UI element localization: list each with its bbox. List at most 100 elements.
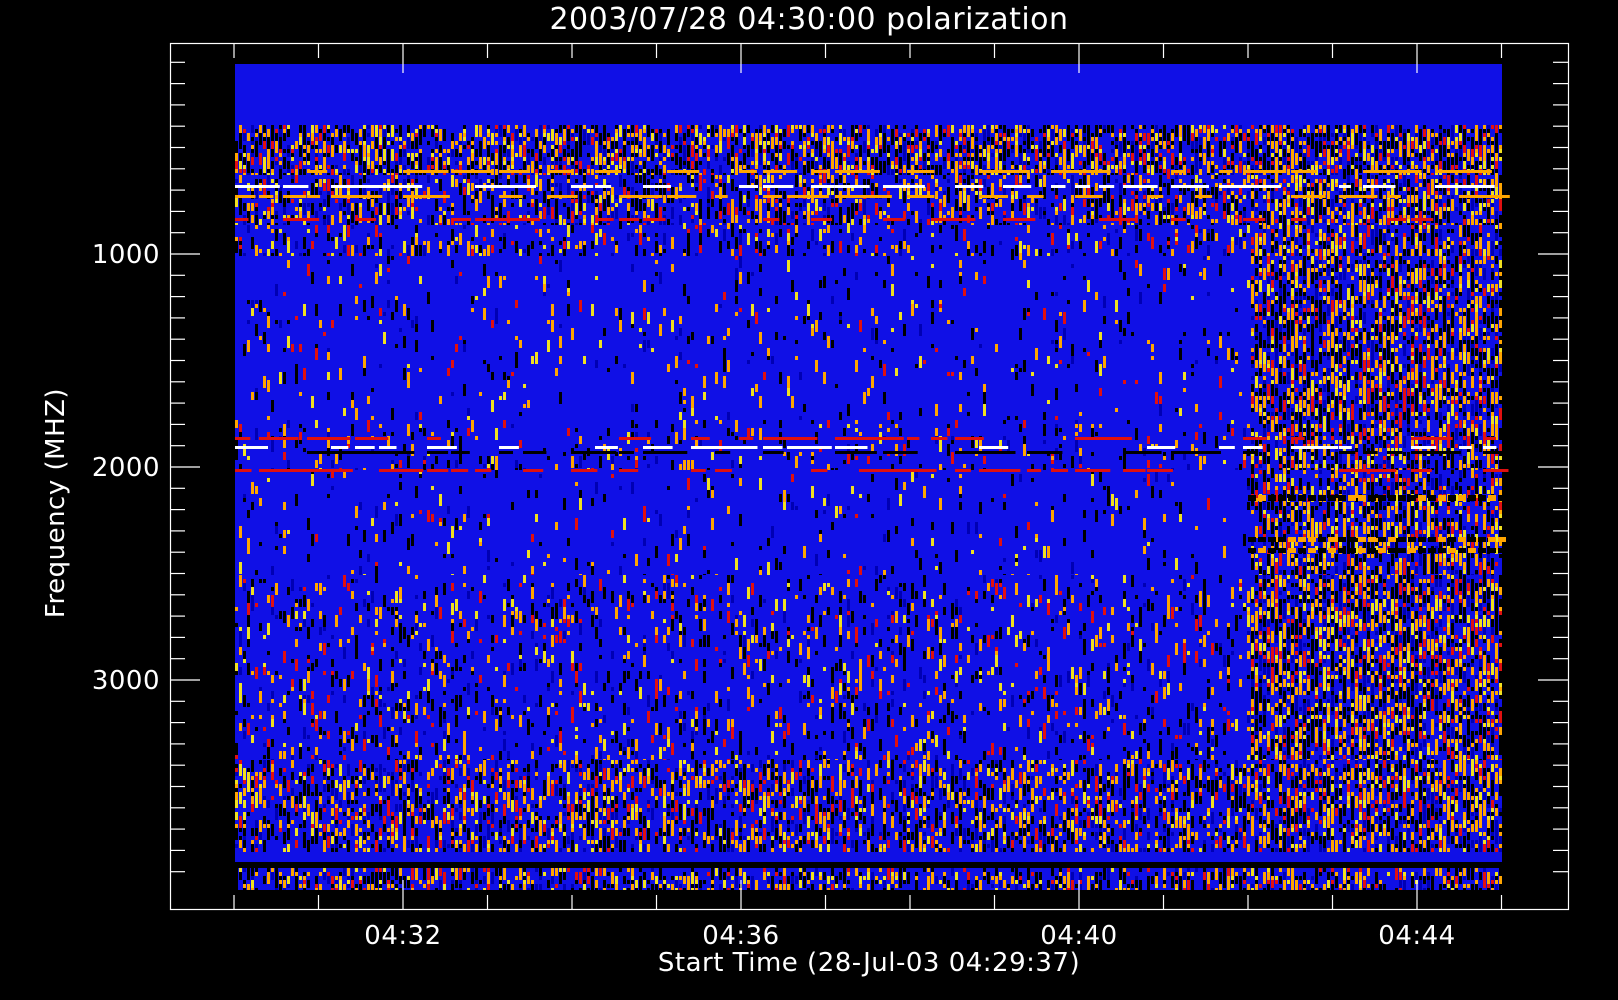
heatmap-cell	[1283, 133, 1286, 137]
heatmap-cell	[607, 173, 610, 175]
heatmap-cell	[1263, 268, 1266, 280]
heatmap-cell	[407, 137, 410, 149]
heatmap-cell	[987, 161, 990, 165]
heatmap-cell	[1335, 256, 1338, 264]
heatmap-cell	[1311, 215, 1314, 219]
heatmap-cell	[439, 129, 442, 141]
heatmap-cell	[1031, 169, 1034, 173]
heatmap-cell	[271, 173, 274, 175]
heatmap-cell	[963, 145, 966, 149]
heatmap-cell	[1011, 173, 1014, 175]
heatmap-cell	[839, 215, 842, 225]
heatmap-cell	[1271, 233, 1274, 241]
heatmap-cell	[623, 129, 626, 133]
heatmap-cell	[483, 141, 486, 149]
heatmap-cell	[1071, 183, 1074, 195]
heatmap-cell	[1147, 161, 1150, 165]
heatmap-cell	[587, 137, 590, 145]
heatmap-cell	[1075, 141, 1078, 145]
heatmap-cell	[747, 233, 750, 245]
heatmap-cell	[695, 175, 698, 183]
heatmap-cell	[1123, 229, 1126, 233]
heatmap-cell	[907, 245, 910, 253]
heatmap-cell	[1335, 157, 1338, 161]
heatmap-cell	[1335, 183, 1338, 187]
heatmap-cell	[1375, 133, 1378, 137]
heatmap-cell	[1371, 199, 1374, 203]
heatmap-cell	[707, 149, 710, 157]
heatmap-cell	[1067, 133, 1070, 141]
heatmap-cell	[283, 237, 286, 245]
heatmap-cell	[1355, 125, 1358, 133]
heatmap-cell	[531, 203, 534, 207]
heatmap-cell	[1187, 125, 1190, 129]
heatmap-cell	[391, 256, 394, 260]
heatmap-cell	[1147, 141, 1150, 145]
heatmap-cell	[671, 223, 674, 225]
heatmap-cell	[655, 141, 658, 145]
heatmap-cell	[1027, 245, 1030, 256]
heatmap-cell	[255, 173, 258, 175]
heatmap-cell	[1051, 145, 1054, 157]
heatmap-cell	[1431, 173, 1434, 175]
heatmap-cell	[1483, 249, 1486, 256]
heatmap-cell	[1039, 249, 1042, 256]
heatmap-cell	[515, 225, 518, 229]
heatmap-cell	[675, 145, 678, 149]
heatmap-cell	[255, 249, 258, 256]
heatmap-cell	[535, 203, 538, 215]
heatmap-cell	[379, 233, 382, 237]
heatmap-cell	[627, 233, 630, 241]
heatmap-cell	[655, 173, 658, 175]
heatmap-cell	[555, 141, 558, 145]
heatmap-cell	[591, 125, 594, 129]
heatmap-cell	[1287, 137, 1290, 141]
heatmap-cell	[1123, 165, 1126, 169]
heatmap-cell	[1343, 268, 1346, 276]
heatmap-cell	[303, 191, 306, 195]
heatmap-cell	[1395, 125, 1398, 133]
heatmap-cell	[915, 129, 918, 137]
heatmap-cell	[1191, 173, 1194, 175]
heatmap-cell	[1279, 276, 1282, 280]
heatmap-cell	[1111, 133, 1114, 137]
heatmap-cell	[1415, 233, 1418, 237]
heatmap-cell	[611, 141, 614, 145]
heatmap-cell	[1267, 253, 1270, 256]
heatmap-cell	[503, 149, 506, 153]
heatmap-cell	[759, 175, 762, 187]
heatmap-cell	[327, 125, 330, 129]
heatmap-cell	[567, 129, 570, 137]
heatmap-cell	[711, 175, 714, 183]
heatmap-cell	[263, 253, 266, 256]
heatmap-cell	[1363, 161, 1366, 165]
heatmap-cell	[399, 125, 402, 129]
heatmap-cell	[319, 173, 322, 175]
heatmap-cell	[1371, 223, 1374, 225]
heatmap-cell	[1355, 229, 1358, 233]
heatmap-cell	[971, 137, 974, 149]
heatmap-cell	[1463, 215, 1466, 219]
heatmap-cell	[1283, 272, 1286, 276]
heatmap-cell	[1263, 223, 1266, 225]
heatmap-cell	[651, 145, 654, 149]
heatmap-cell	[855, 203, 858, 211]
heatmap-cell	[823, 157, 826, 169]
heatmap-cell	[1327, 207, 1330, 215]
heatmap-cell	[1059, 223, 1062, 225]
heatmap-cell	[1491, 145, 1494, 153]
heatmap-cell	[1303, 264, 1306, 276]
heatmap-cell	[795, 125, 798, 129]
heatmap-cell	[735, 187, 738, 191]
heatmap-cell	[331, 253, 334, 256]
heatmap-cell	[1111, 149, 1114, 153]
heatmap-cell	[371, 211, 374, 223]
heatmap-cell	[1491, 207, 1494, 215]
heatmap-cell	[1151, 191, 1154, 195]
heatmap-cell	[1075, 145, 1078, 157]
heatmap-cell	[647, 183, 650, 195]
heatmap-cell	[851, 173, 854, 175]
heatmap-cell	[1407, 161, 1410, 165]
heatmap-cell	[395, 225, 398, 229]
heatmap-cell	[1135, 133, 1138, 141]
